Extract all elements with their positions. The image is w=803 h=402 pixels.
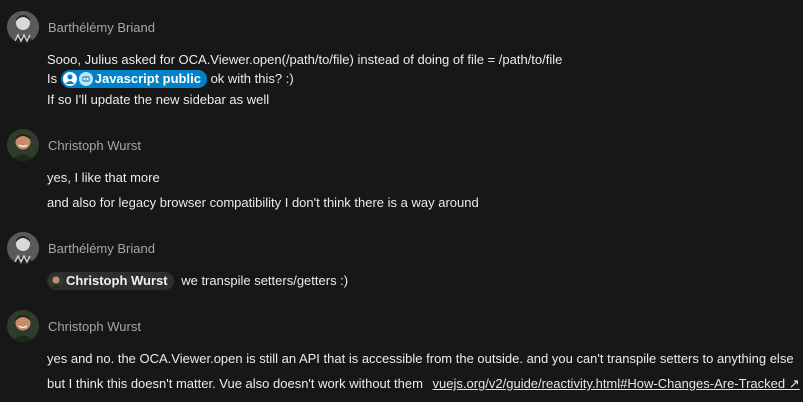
message-text-suffix: ok with this? :) <box>210 71 294 86</box>
message-text: yes, I like that more <box>47 170 160 185</box>
message-text-prefix: Is <box>47 71 61 86</box>
message-author[interactable]: Christoph Wurst <box>48 319 141 334</box>
mention-label: Javascript public <box>94 70 201 86</box>
message-text: Christoph Wurst we transpile setters/get… <box>47 271 349 291</box>
mention-label: Christoph Wurst <box>66 272 168 288</box>
message-text: but I think this doesn't matter. Vue als… <box>47 375 800 393</box>
group-icon <box>62 71 77 86</box>
message-author[interactable]: Barthélémy Briand <box>48 241 155 256</box>
avatar[interactable] <box>7 129 39 161</box>
avatar[interactable] <box>7 232 39 264</box>
message-text: Sooo, Julius asked for OCA.Viewer.open(/… <box>47 52 563 67</box>
message-text: and also for legacy browser compatibilit… <box>47 195 479 210</box>
message-author[interactable]: Barthélémy Briand <box>48 20 155 35</box>
team-mention-chip[interactable]: Javascript public <box>60 69 207 88</box>
avatar[interactable] <box>7 11 39 43</box>
message-text: If so I'll update the new sidebar as wel… <box>47 92 270 107</box>
message-author[interactable]: Christoph Wurst <box>48 138 141 153</box>
robot-icon <box>78 71 93 86</box>
avatar <box>49 273 63 288</box>
message-text-body: but I think this doesn't matter. Vue als… <box>47 376 423 391</box>
external-link[interactable]: vuejs.org/v2/guide/reactivity.html#How-C… <box>433 376 800 391</box>
message-text-suffix: we transpile setters/getters :) <box>181 273 349 288</box>
message-text: yes and no. the OCA.Viewer.open is still… <box>47 351 794 366</box>
user-mention-chip[interactable]: Christoph Wurst <box>47 271 174 290</box>
message-text: Is Javascript public ok with this? :) <box>47 69 294 89</box>
avatar[interactable] <box>7 310 39 342</box>
